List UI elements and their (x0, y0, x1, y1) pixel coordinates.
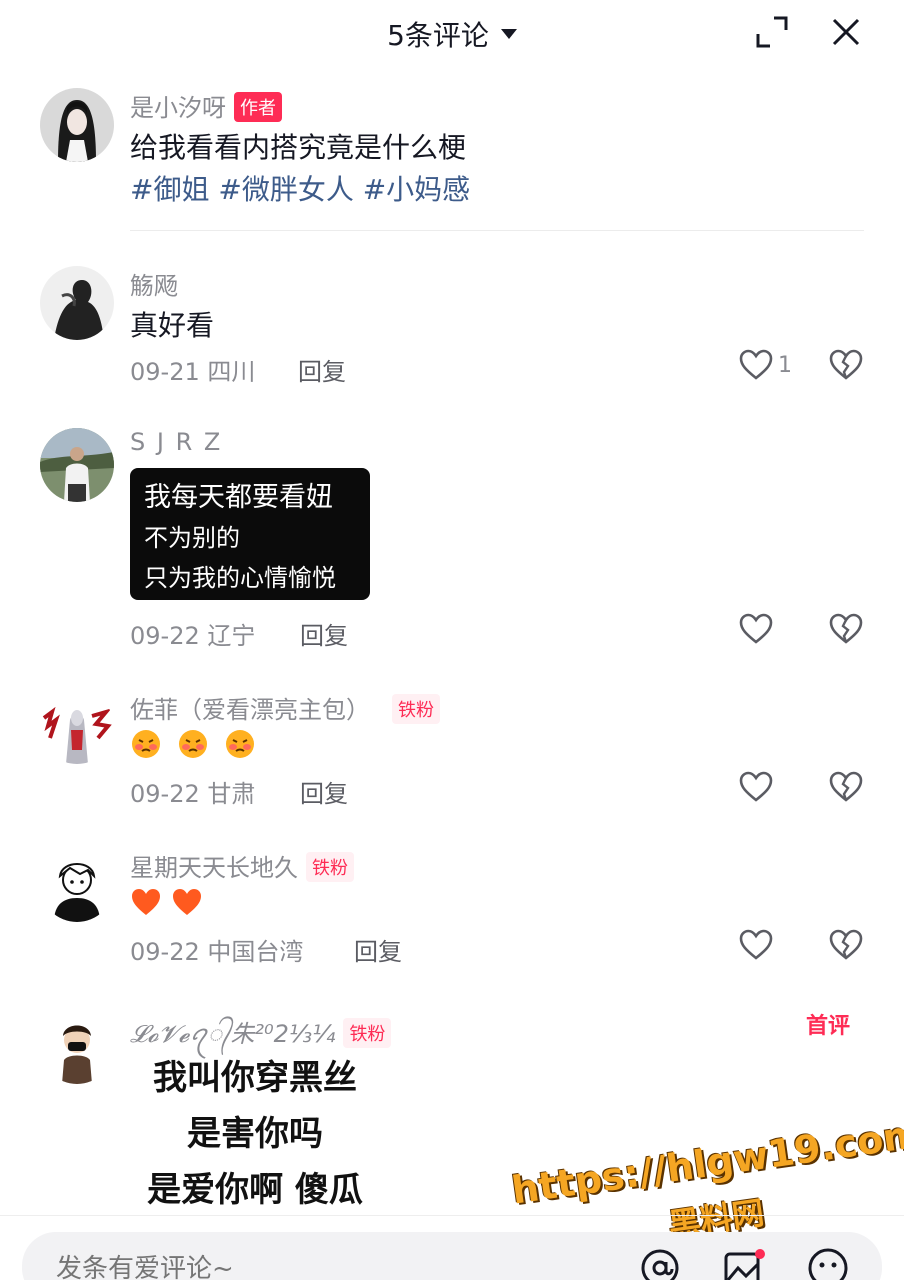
mention-icon[interactable] (638, 1246, 682, 1280)
image-text-line: 是爱你啊 傻瓜 (147, 1170, 363, 1210)
comment-username[interactable]: 觞飏 (130, 266, 178, 301)
comment-username[interactable]: 是小汐呀 作者 (130, 88, 282, 124)
comment-image[interactable]: 我叫你穿黑丝 是害你吗 是爱你啊 傻瓜 (130, 1050, 380, 1218)
divider (0, 1215, 904, 1216)
comment-count-title: 5条评论 (387, 19, 489, 52)
divider (130, 230, 864, 231)
reply-button[interactable]: 回复 (354, 932, 402, 967)
avatar[interactable] (40, 848, 114, 922)
comment-date-location: 09-22 辽宁 (130, 622, 256, 650)
comment-image[interactable]: 我每天都要看妞 不为别的 只为我的心情愉悦 (130, 468, 370, 600)
broken-heart-icon[interactable] (828, 927, 864, 963)
shy-face-emoji-icon (179, 730, 208, 758)
heart-icon[interactable] (738, 927, 774, 963)
image-text-line: 我叫你穿黑丝 (153, 1058, 357, 1098)
fan-badge: 铁粉 (392, 694, 440, 724)
heart-icon[interactable] (738, 347, 774, 383)
fan-badge: 铁粉 (343, 1018, 392, 1048)
avatar[interactable] (40, 428, 114, 502)
avatar[interactable] (40, 1010, 114, 1084)
author-badge: 作者 (234, 92, 282, 122)
like-count: 1 (778, 353, 792, 378)
shy-face-emoji-icon (132, 730, 160, 758)
username-text: 𝓛𝓸𝓥𝓮ꪖ᭄朱²⁰2⅓¼ (130, 1020, 336, 1048)
shy-face-emoji-icon (226, 730, 255, 758)
username-text: 是小汐呀 (130, 94, 226, 122)
emoji-icon[interactable] (806, 1246, 850, 1280)
comment-username[interactable]: 佐菲（爱看漂亮主包） 铁粉 (130, 690, 440, 726)
emoji-row (130, 728, 266, 760)
comment-date-location: 09-22 中国台湾 (130, 938, 304, 966)
emoji-row (130, 886, 213, 918)
comment-input[interactable] (56, 1254, 576, 1280)
comment-text: 真好看 (130, 309, 215, 342)
avatar[interactable] (40, 690, 114, 764)
orange-heart-emoji-icon (173, 889, 202, 915)
comment-text: 给我看看内搭究竟是什么梗 (130, 131, 467, 164)
avatar[interactable] (40, 266, 114, 340)
first-comment-badge: 首评 (806, 1014, 851, 1039)
image-text-line: 只为我的心情愉悦 (144, 564, 336, 592)
comments-header: 5条评论 (0, 0, 904, 70)
comment-username[interactable]: S J R Z (130, 428, 222, 456)
broken-heart-icon[interactable] (828, 347, 864, 383)
image-icon[interactable] (722, 1246, 766, 1280)
fan-badge: 铁粉 (306, 852, 354, 882)
image-text-line: 不为别的 (144, 524, 240, 552)
orange-heart-emoji-icon (132, 889, 160, 915)
close-icon[interactable] (828, 14, 864, 50)
broken-heart-icon[interactable] (828, 769, 864, 805)
heart-icon[interactable] (738, 769, 774, 805)
username-text: 星期天天长地久 (130, 854, 298, 882)
image-text-line: 我每天都要看妞 (144, 482, 333, 513)
reply-button[interactable]: 回复 (300, 774, 348, 809)
reply-button[interactable]: 回复 (298, 352, 346, 387)
comment-date-location: 09-21 四川 (130, 358, 256, 386)
image-text-line: 是害你吗 (187, 1114, 323, 1154)
reply-button[interactable]: 回复 (300, 616, 348, 651)
hashtags[interactable]: #御姐 #微胖女人 #小妈感 (130, 168, 470, 208)
caret-down-icon (500, 29, 517, 39)
expand-icon[interactable] (754, 14, 790, 50)
comment-input-bar (22, 1232, 882, 1280)
comment-date-location: 09-22 甘肃 (130, 780, 256, 808)
heart-icon[interactable] (738, 611, 774, 647)
avatar[interactable] (40, 88, 114, 162)
username-text: 佐菲（爱看漂亮主包） (130, 696, 370, 724)
broken-heart-icon[interactable] (828, 611, 864, 647)
comment-username[interactable]: 星期天天长地久 铁粉 (130, 848, 354, 884)
